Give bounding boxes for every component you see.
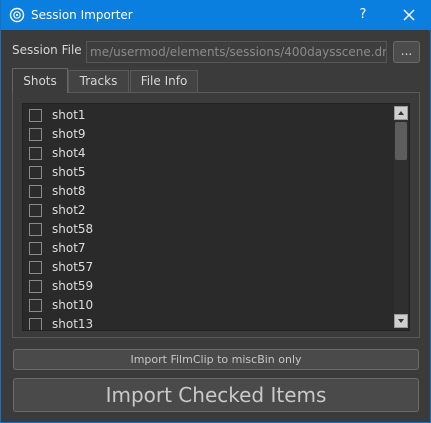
shot-label: shot13 — [52, 317, 94, 331]
shot-label: shot10 — [52, 298, 94, 312]
help-button[interactable]: ? — [349, 0, 377, 30]
shot-label: shot4 — [52, 146, 86, 160]
shot-label: shot5 — [52, 165, 86, 179]
list-item[interactable]: shot4 — [23, 144, 393, 163]
shot-checkbox[interactable] — [29, 261, 42, 274]
shot-checkbox[interactable] — [29, 185, 42, 198]
shot-checkbox[interactable] — [29, 280, 42, 293]
scroll-down-button[interactable] — [394, 314, 408, 328]
shot-label: shot59 — [52, 279, 94, 293]
shot-label: shot7 — [52, 241, 86, 255]
app-logo-icon — [9, 7, 25, 23]
list-item[interactable]: shot10 — [23, 296, 393, 315]
list-item[interactable]: shot9 — [23, 125, 393, 144]
shot-label: shot2 — [52, 203, 86, 217]
session-importer-window: Session Importer ? Session File me/userm… — [0, 0, 431, 423]
shots-list-items: shot1 shot9 shot4 shot5 shot8 shot2 shot… — [23, 106, 393, 331]
shot-checkbox[interactable] — [29, 223, 42, 236]
list-item[interactable]: shot13 — [23, 315, 393, 331]
list-item[interactable]: shot2 — [23, 201, 393, 220]
shot-checkbox[interactable] — [29, 147, 42, 160]
arrow-up-icon — [398, 111, 404, 115]
scroll-up-button[interactable] — [394, 106, 408, 120]
shot-label: shot1 — [52, 108, 86, 122]
close-icon — [403, 9, 415, 21]
shot-label: shot9 — [52, 127, 86, 141]
scrollbar-thumb[interactable] — [395, 122, 407, 160]
list-item[interactable]: shot7 — [23, 239, 393, 258]
shots-tab-panel: shot1 shot9 shot4 shot5 shot8 shot2 shot… — [12, 92, 420, 338]
session-file-input[interactable]: me/usermod/elements/sessions/400daysscen… — [86, 41, 387, 63]
close-button[interactable] — [393, 0, 425, 30]
shot-label: shot8 — [52, 184, 86, 198]
shot-checkbox[interactable] — [29, 128, 42, 141]
shot-label: shot58 — [52, 222, 94, 236]
shot-checkbox[interactable] — [29, 166, 42, 179]
list-item[interactable]: shot5 — [23, 163, 393, 182]
window-title: Session Importer — [31, 8, 133, 22]
shot-checkbox[interactable] — [29, 299, 42, 312]
list-item[interactable]: shot57 — [23, 258, 393, 277]
arrow-down-icon — [398, 319, 404, 323]
shot-checkbox[interactable] — [29, 109, 42, 122]
tab-tracks[interactable]: Tracks — [68, 70, 129, 92]
list-item[interactable]: shot59 — [23, 277, 393, 296]
import-filmclip-button[interactable]: Import FilmClip to miscBin only — [13, 349, 419, 370]
browse-button[interactable]: ... — [393, 41, 420, 63]
shots-list[interactable]: shot1 shot9 shot4 shot5 shot8 shot2 shot… — [22, 103, 410, 331]
shot-label: shot57 — [52, 260, 94, 274]
list-item[interactable]: shot58 — [23, 220, 393, 239]
title-bar[interactable]: Session Importer ? — [1, 0, 431, 30]
tab-shots[interactable]: Shots — [12, 68, 68, 93]
tab-file-info[interactable]: File Info — [130, 70, 198, 92]
shot-checkbox[interactable] — [29, 204, 42, 217]
shot-checkbox[interactable] — [29, 242, 42, 255]
vertical-scrollbar[interactable] — [394, 106, 408, 328]
list-item[interactable]: shot8 — [23, 182, 393, 201]
shot-checkbox[interactable] — [29, 318, 42, 330]
list-item[interactable]: shot1 — [23, 106, 393, 125]
import-checked-items-button[interactable]: Import Checked Items — [13, 378, 419, 412]
session-file-label: Session File — [12, 43, 82, 57]
